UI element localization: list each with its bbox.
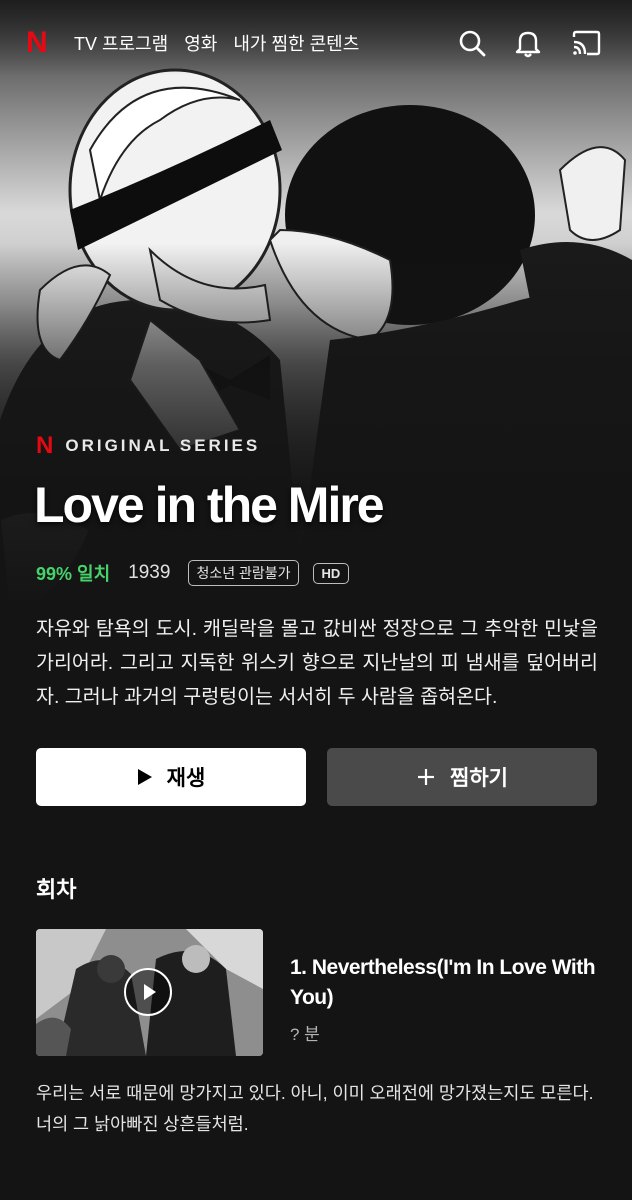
plus-icon bbox=[418, 769, 435, 785]
nav-link-movies[interactable]: 영화 bbox=[184, 30, 217, 56]
nav-link-tv[interactable]: TV 프로그램 bbox=[74, 30, 168, 56]
series-label: ORIGINAL SERIES bbox=[65, 436, 261, 455]
netflix-n-icon: N bbox=[36, 432, 54, 459]
episode-title[interactable]: 1. Nevertheless(I'm In Love With You) bbox=[290, 953, 600, 1013]
show-meta: 99% 일치 1939 청소년 관람불가 HD bbox=[36, 560, 350, 586]
search-icon[interactable] bbox=[456, 27, 488, 59]
match-score: 99% 일치 bbox=[36, 564, 111, 584]
episode-description: 우리는 서로 때문에 망가지고 있다. 아니, 이미 오래전에 망가졌는지도 모… bbox=[36, 1083, 594, 1134]
show-title: Love in the Mire bbox=[34, 477, 385, 533]
episode-thumbnail[interactable] bbox=[36, 929, 263, 1056]
nav-link-my-list[interactable]: 내가 찜한 콘텐츠 bbox=[233, 30, 359, 56]
play-button[interactable]: 재생 bbox=[36, 748, 306, 806]
show-synopsis: 자유와 탐욕의 도시. 캐딜락을 몰고 값비싼 정장으로 그 추악한 민낯을 가… bbox=[36, 618, 598, 708]
episode-play-icon[interactable] bbox=[124, 968, 172, 1016]
play-icon bbox=[137, 769, 152, 785]
nav-links: TV 프로그램 영화 내가 찜한 콘텐츠 bbox=[74, 30, 359, 56]
quality-badge: HD bbox=[312, 562, 350, 584]
episodes-section-title: 회차 bbox=[36, 877, 77, 902]
age-rating-badge: 청소년 관람불가 bbox=[188, 560, 299, 586]
release-year: 1939 bbox=[128, 562, 171, 583]
my-list-button-label: 찜하기 bbox=[450, 767, 508, 790]
cast-icon[interactable] bbox=[570, 27, 602, 59]
series-tag: N ORIGINAL SERIES bbox=[36, 434, 260, 458]
play-button-label: 재생 bbox=[166, 767, 206, 790]
top-nav: N TV 프로그램 영화 내가 찜한 콘텐츠 bbox=[0, 0, 632, 88]
my-list-button[interactable]: 찜하기 bbox=[327, 748, 597, 806]
episode-duration: ? 분 bbox=[290, 1025, 320, 1044]
netflix-logo[interactable]: N bbox=[26, 28, 48, 58]
bell-icon[interactable] bbox=[512, 27, 544, 59]
